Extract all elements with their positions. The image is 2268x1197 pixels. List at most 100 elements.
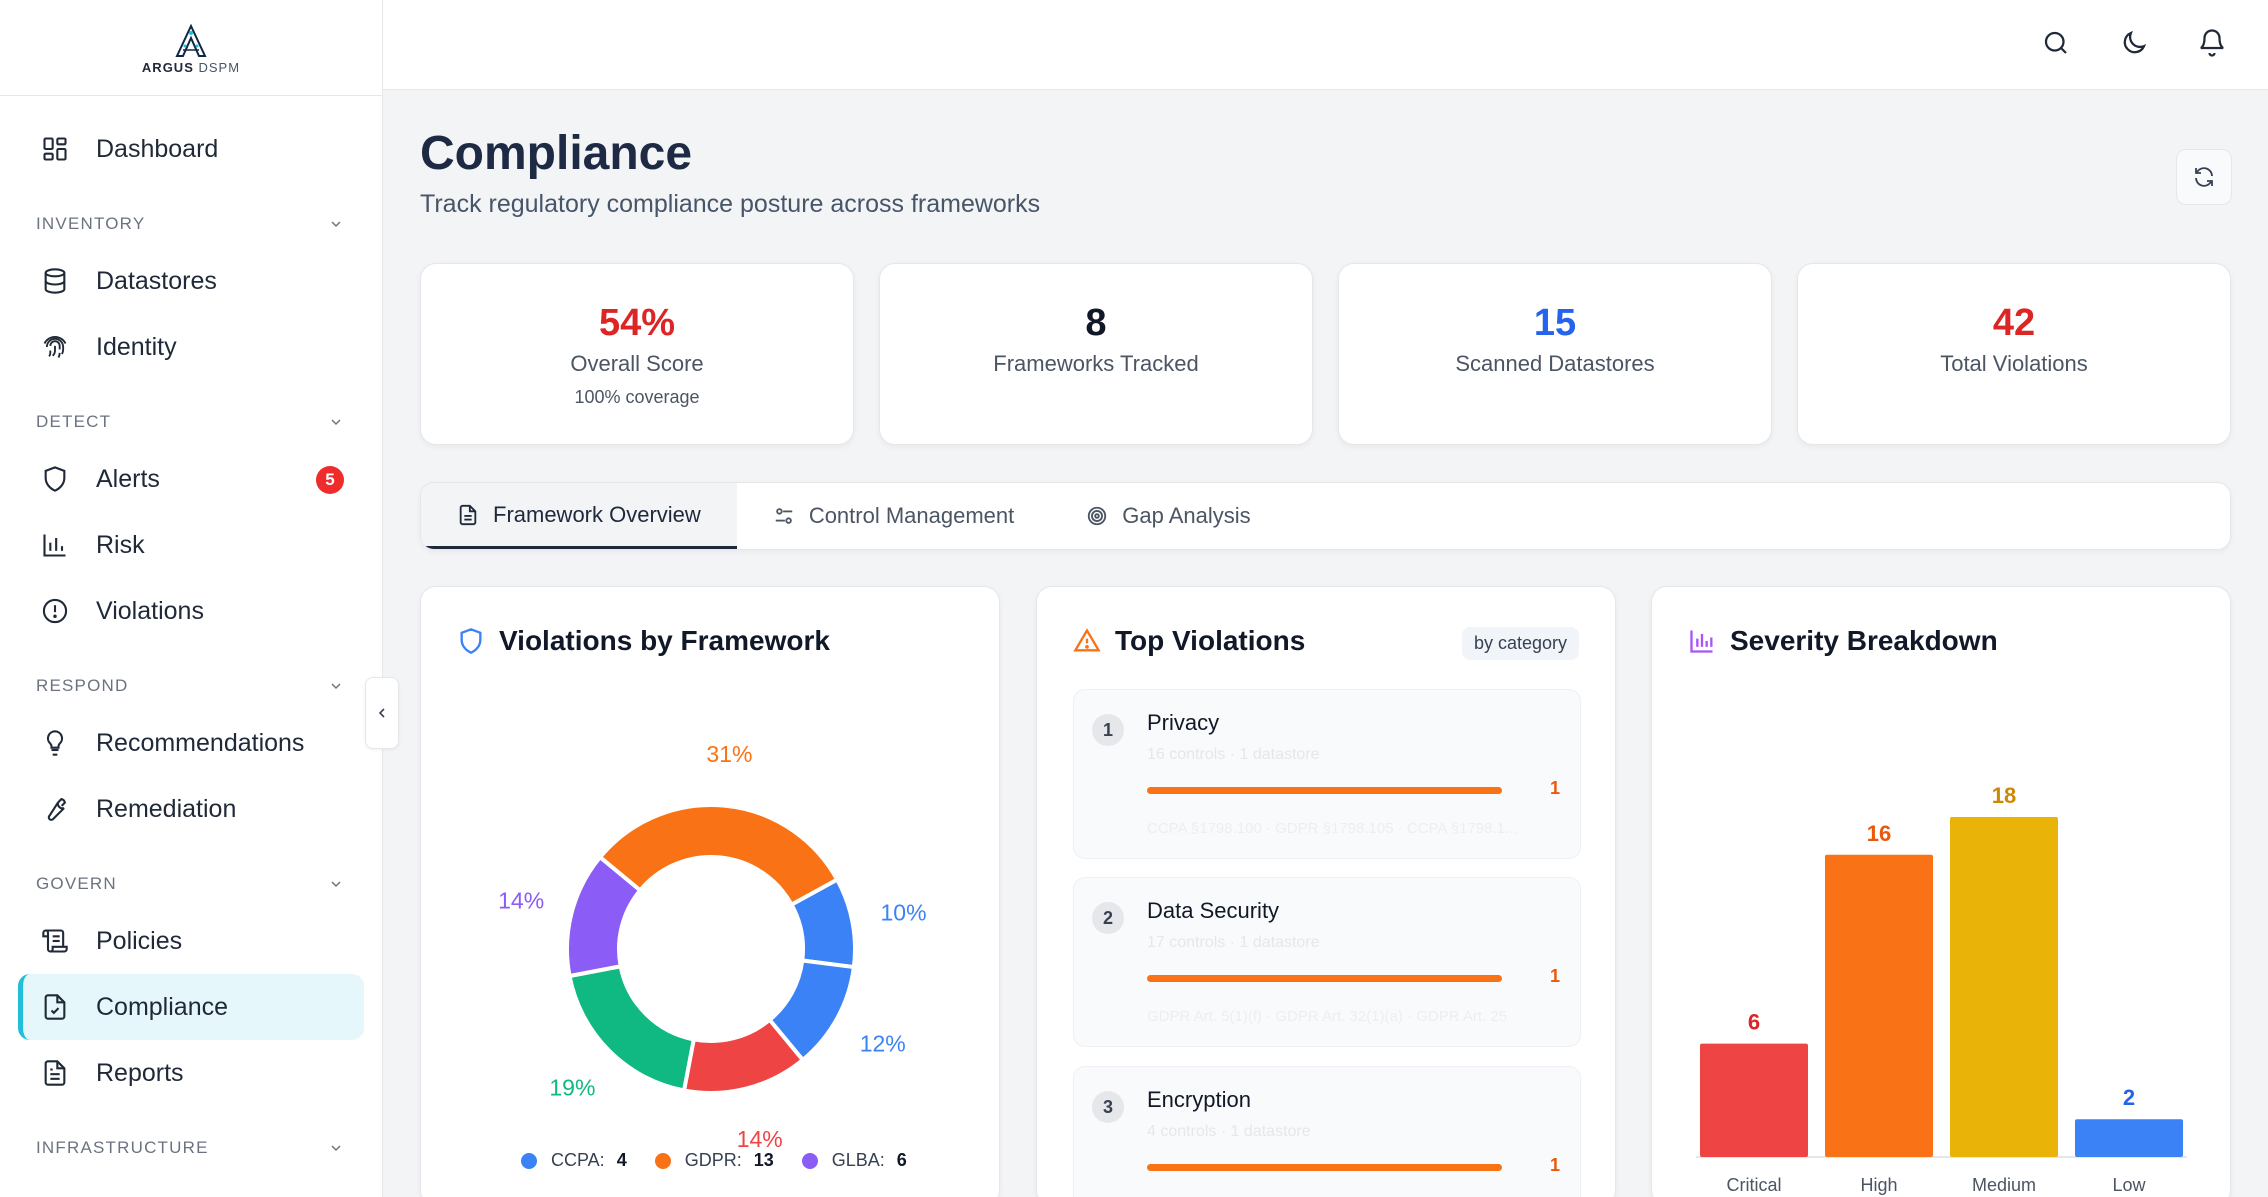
dashboard-icon [40, 134, 70, 164]
scroll-icon [40, 926, 70, 956]
violation-meta: 4 controls · 1 datastore [1147, 1123, 1311, 1140]
stat-card-overall-score: 54% Overall Score 100% coverage [420, 263, 854, 445]
stat-label: Total Violations [1940, 351, 2088, 376]
page-subtitle: Track regulatory compliance posture acro… [420, 190, 1041, 218]
file-text-icon [457, 504, 479, 526]
bar-category-label: Medium [1972, 1175, 2036, 1195]
chevron-down-icon [331, 419, 341, 426]
donut-slice-label: 10% [881, 899, 927, 925]
tab-label: Gap Analysis [1122, 503, 1251, 528]
by-category-chip[interactable]: by category [1461, 627, 1579, 660]
sidebar-item-violations[interactable]: Violations [18, 578, 364, 644]
file-text-icon [40, 1058, 70, 1088]
search-button[interactable] [2038, 25, 2074, 61]
section-label: RESPOND [36, 676, 129, 695]
sidebar: ARGUS DSPM Dashboard INVENTORY Datastore… [0, 0, 383, 1197]
logo[interactable]: ARGUS DSPM [0, 0, 382, 96]
tab-framework-overview[interactable]: Framework Overview [421, 483, 737, 549]
notifications-button[interactable] [2194, 25, 2230, 61]
argus-logo-icon [175, 24, 207, 57]
sidebar-item-identity[interactable]: Identity [18, 314, 364, 380]
violation-name: Privacy [1147, 710, 1220, 735]
sidebar-item-label: Violations [96, 596, 204, 625]
severity-bar[interactable] [2075, 1119, 2183, 1157]
stat-value: 54% [598, 302, 676, 344]
section-detect[interactable]: DETECT [36, 404, 344, 440]
section-govern[interactable]: GOVERN [36, 866, 344, 902]
bar-value-label: 16 [1867, 821, 1891, 846]
section-label: GOVERN [36, 874, 117, 893]
bar-value-label: 6 [1748, 1010, 1760, 1035]
target-icon [1086, 505, 1108, 527]
bar-value-label: 18 [1992, 783, 2016, 808]
severity-bar[interactable] [1700, 1043, 1808, 1157]
brand-name: ARGUS DSPM [141, 60, 241, 75]
severity-bar-chart: 6 Critical 16 High 18 Medium 2 Low [1696, 783, 2187, 1195]
legend-item-gdpr[interactable]: GDPR: 13 [654, 1150, 774, 1171]
bar-chart-icon [40, 530, 70, 560]
sidebar-item-recommendations[interactable]: Recommendations [18, 710, 364, 776]
sidebar-item-risk[interactable]: Risk [18, 512, 364, 578]
stat-value: 8 [1085, 302, 1107, 344]
sidebar-item-datastores[interactable]: Datastores [18, 248, 364, 314]
sidebar-item-compliance[interactable]: Compliance [18, 974, 364, 1040]
donut-chart: 31% 10% 12% 14% 19% 14% [498, 741, 927, 1152]
section-inventory[interactable]: INVENTORY [36, 206, 344, 242]
sidebar-item-reports[interactable]: Reports [18, 1040, 364, 1106]
violation-rank: 3 [1092, 1091, 1124, 1123]
search-icon [2044, 31, 2067, 54]
legend-item-ccpa[interactable]: CCPA: 4 [521, 1150, 627, 1171]
tab-control-management[interactable]: Control Management [737, 483, 1050, 549]
database-icon [40, 266, 70, 296]
stats-row: 54% Overall Score 100% coverage 8 Framew… [420, 263, 2231, 445]
sidebar-item-label: Compliance [96, 992, 229, 1021]
stat-label: Frameworks Tracked [993, 351, 1199, 376]
chevron-down-icon [331, 881, 341, 888]
violation-item[interactable]: 3 Encryption 4 controls · 1 datastore 1 [1073, 1066, 1581, 1197]
legend-count: 6 [896, 1150, 907, 1170]
stat-subtext: 100% coverage [574, 387, 700, 407]
sidebar-nav: Dashboard INVENTORY Datastores Identity … [0, 96, 382, 1166]
stat-label: Overall Score [570, 351, 704, 376]
violation-item[interactable]: 1 Privacy 16 controls · 1 datastore 1 CC… [1073, 689, 1581, 859]
legend-label: GDPR: [684, 1150, 742, 1170]
moon-icon [2123, 30, 2147, 54]
sliders-icon [773, 505, 795, 527]
sidebar-item-label: Alerts [96, 464, 160, 493]
sidebar-item-label: Identity [96, 332, 177, 361]
card-title-text: Severity Breakdown [1730, 625, 1998, 656]
sidebar-collapse-button[interactable] [365, 677, 399, 749]
theme-toggle-button[interactable] [2116, 25, 2152, 61]
violation-meta: 16 controls · 1 datastore [1147, 746, 1320, 763]
sidebar-item-dashboard[interactable]: Dashboard [18, 116, 364, 182]
tab-gap-analysis[interactable]: Gap Analysis [1050, 483, 1286, 549]
sidebar-item-label: Risk [96, 530, 145, 559]
legend-item-glba[interactable]: GLBA: 6 [801, 1150, 907, 1171]
section-infrastructure[interactable]: INFRASTRUCTURE [36, 1130, 344, 1166]
alerts-count-badge: 5 [316, 466, 344, 494]
refresh-button[interactable] [2176, 149, 2232, 205]
section-respond[interactable]: RESPOND [36, 668, 344, 704]
donut-slice[interactable] [567, 963, 697, 1093]
donut-slice-label: 12% [860, 1030, 906, 1056]
tab-label: Framework Overview [493, 501, 701, 527]
sidebar-item-remediation[interactable]: Remediation [18, 776, 364, 842]
bar-category-label: Low [2112, 1175, 2146, 1195]
card-title: Violations by Framework [457, 625, 830, 657]
violation-item[interactable]: 2 Data Security 17 controls · 1 datastor… [1073, 877, 1581, 1047]
stat-card-frameworks: 8 Frameworks Tracked [879, 263, 1313, 445]
chevron-down-icon [331, 221, 341, 228]
refresh-icon [2195, 167, 2213, 187]
bell-icon [2200, 29, 2224, 57]
violation-count: 1 [1549, 1155, 1560, 1175]
donut-slice-label: 31% [706, 741, 752, 767]
violation-count: 1 [1549, 778, 1560, 798]
sidebar-item-label: Datastores [96, 266, 217, 295]
donut-slice-label: 19% [549, 1075, 595, 1101]
severity-bar[interactable] [1825, 854, 1933, 1157]
severity-bar[interactable] [1950, 817, 2058, 1157]
main-content: Compliance Track regulatory compliance p… [383, 90, 2268, 1197]
sidebar-item-policies[interactable]: Policies [18, 908, 364, 974]
legend-label: GLBA: [831, 1150, 885, 1170]
sidebar-item-alerts[interactable]: Alerts 5 [18, 446, 364, 512]
